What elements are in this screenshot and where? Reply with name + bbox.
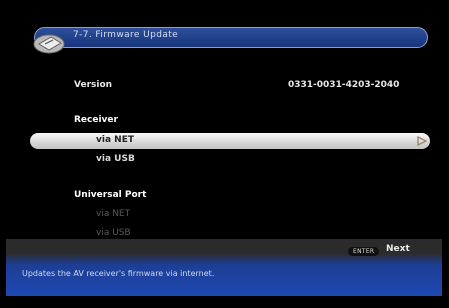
next-label: Next (386, 244, 410, 254)
title-bar: 7-7. Firmware Update (34, 27, 428, 48)
receiver-section-label: Receiver (74, 115, 118, 125)
version-value: 0331-0031-4203-2040 (288, 80, 400, 90)
enter-key-badge: ENTER (348, 247, 380, 256)
tool-icon (33, 34, 65, 54)
receiver-via-net-item[interactable]: via NET (30, 133, 430, 149)
help-text: Updates the AV receiver's firmware via i… (22, 269, 215, 278)
universal-port-section-label: Universal Port (74, 190, 147, 200)
page-title: 7-7. Firmware Update (73, 30, 179, 40)
footer-panel: ENTER Next Updates the AV receiver's fir… (6, 239, 442, 296)
right-arrow-icon (417, 136, 427, 146)
universal-port-via-net-item: via NET (96, 209, 131, 219)
version-label: Version (74, 80, 113, 90)
universal-port-via-usb-item: via USB (96, 228, 131, 238)
receiver-via-net-label: via NET (96, 135, 134, 145)
receiver-via-usb-item[interactable]: via USB (96, 154, 135, 164)
